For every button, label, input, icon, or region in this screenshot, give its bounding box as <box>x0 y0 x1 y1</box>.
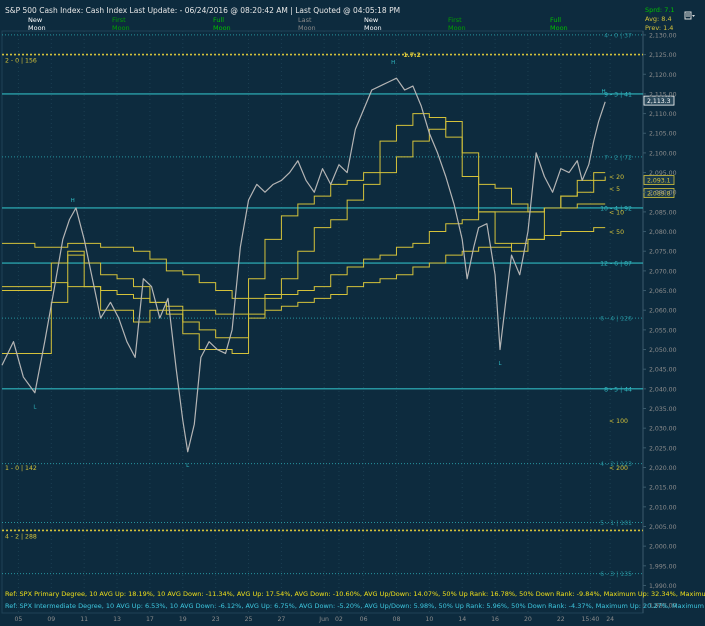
stat-spread: Sprd: 7.1 <box>645 6 675 14</box>
y-tick-label: 2,080.00 <box>649 229 677 236</box>
x-tick-label: 15:40 <box>581 616 599 623</box>
pivot-label: H <box>391 60 395 66</box>
moving-average-label: < 5 <box>609 186 620 193</box>
x-tick-label: 06 <box>360 616 368 623</box>
x-tick-label: 14 <box>458 616 466 623</box>
y-tick-label: 1,995.00 <box>649 563 677 570</box>
yellow-level-label: 2 - 0 | 156 <box>5 58 37 65</box>
x-tick-label: 27 <box>277 616 285 623</box>
moon-phase-4-bottom: Moon <box>298 24 316 32</box>
y-tick-label: 2,015.00 <box>649 485 677 492</box>
price-flag-label: 2,113.3 <box>647 98 671 105</box>
x-tick-label: 16 <box>491 616 499 623</box>
y-tick-label: 2,110.00 <box>649 111 677 118</box>
x-tick-label: 05 <box>14 616 22 623</box>
x-tick-label: 09 <box>47 616 55 623</box>
x-tick-label: 23 <box>212 616 220 623</box>
price-flag-label: 2,093.1 <box>647 178 671 185</box>
moon-phase-1-bottom: Moon <box>28 24 46 32</box>
cyan-level-label: 4 - 0 | 37 <box>604 32 632 39</box>
y-tick-label: 2,105.00 <box>649 131 677 138</box>
y-tick-label: 2,020.00 <box>649 465 677 472</box>
moon-phase-3-top: Full <box>213 16 224 24</box>
top-marker: 1.7.2 <box>403 52 421 59</box>
x-tick-label: 20 <box>524 616 532 623</box>
x-tick-label: 24 <box>606 616 614 623</box>
y-tick-label: 2,095.00 <box>649 170 677 177</box>
moon-phase-6-bottom: Moon <box>448 24 466 32</box>
menu-list-icon[interactable] <box>682 9 696 21</box>
cyan-level-label: 12 - 6 | 87 <box>600 261 632 268</box>
moon-phase-4-top: Last <box>298 16 312 24</box>
y-tick-label: 2,005.00 <box>649 524 677 531</box>
cyan-level-label: 5 - 1 | 101 <box>600 520 632 527</box>
moon-phase-7-top: Full <box>550 16 561 24</box>
moon-phase-6-top: First <box>448 16 462 24</box>
y-tick-label: 2,050.00 <box>649 347 677 354</box>
cyan-level-label: 6 - 4 | 126 <box>600 316 632 323</box>
stat-average: Avg: 8.4 <box>645 15 672 23</box>
level-marker: < 200 <box>609 465 628 472</box>
chart-window: 9 - 3 | 41 10 - 4 | 92 12 - 6 | 87 8 - 5 | … <box>0 0 705 626</box>
x-tick-label: 08 <box>393 616 401 623</box>
cyan-level-label: 6 - 3 | 135 <box>600 571 632 578</box>
x-tick-label: 19 <box>179 616 187 623</box>
y-tick-label: 2,085.00 <box>649 209 677 216</box>
moon-phase-5-bottom: Moon <box>364 24 382 32</box>
pivot-label: H <box>601 89 605 95</box>
cyan-level-label: 8 - 5 | 44 <box>604 386 632 393</box>
chart-title: S&P 500 Cash Index: Cash Index Last Upda… <box>5 6 400 15</box>
level-marker: < 100 <box>609 418 628 425</box>
moving-average-label: < 20 <box>609 174 624 181</box>
y-tick-label: 2,000.00 <box>649 544 677 551</box>
stats-box: Sprd: 7.1 Avg: 8.4 Prev: 1.4 <box>645 6 675 32</box>
y-tick-label: 2,045.00 <box>649 367 677 374</box>
moon-phase-2-top: First <box>112 16 126 24</box>
x-tick-label: 25 <box>245 616 253 623</box>
pivot-label: H <box>71 198 75 204</box>
moving-average-label: < 50 <box>609 229 624 236</box>
y-tick-label: 2,060.00 <box>649 308 677 315</box>
y-tick-label: 2,010.00 <box>649 504 677 511</box>
cyan-level-label: 7 - 2 | 72 <box>604 154 632 161</box>
y-tick-label: 2,125.00 <box>649 52 677 59</box>
reference-primary: Ref: SPX Primary Degree, 10 AVG Up: 18.1… <box>5 590 705 598</box>
y-tick-label: 2,055.00 <box>649 327 677 334</box>
moving-average-label: < 10 <box>609 209 624 216</box>
x-tick-label: 13 <box>113 616 121 623</box>
stat-previous: Prev: 1.4 <box>645 24 673 32</box>
y-tick-label: 2,030.00 <box>649 426 677 433</box>
moon-phase-1-top: New <box>28 16 43 24</box>
moon-phase-3-bottom: Moon <box>213 24 231 32</box>
moon-phase-7-bottom: Moon <box>550 24 568 32</box>
y-tick-label: 2,070.00 <box>649 268 677 275</box>
reference-intermediate: Ref: SPX Intermediate Degree, 10 AVG Up:… <box>5 602 705 610</box>
y-tick-label: 2,130.00 <box>649 32 677 39</box>
y-tick-label: 2,115.00 <box>649 91 677 98</box>
x-tick-label: 11 <box>80 616 88 623</box>
plot-area <box>1 30 644 614</box>
y-tick-label: 2,025.00 <box>649 445 677 452</box>
y-tick-label: 2,075.00 <box>649 249 677 256</box>
x-tick-label: 10 <box>425 616 433 623</box>
y-tick-label: 2,040.00 <box>649 386 677 393</box>
x-tick-label: 22 <box>557 616 565 623</box>
x-tick-label: Jun <box>318 616 329 623</box>
price-chart[interactable]: 9 - 3 | 4110 - 4 | 9212 - 6 | 878 - 5 | … <box>0 0 705 626</box>
y-tick-label: 2,065.00 <box>649 288 677 295</box>
y-tick-label: 2,090.00 <box>649 190 677 197</box>
y-tick-label: 2,035.00 <box>649 406 677 413</box>
x-tick-label: 02 <box>335 616 343 623</box>
moon-phase-5-top: New <box>364 16 379 24</box>
cyan-level-label: 9 - 3 | 41 <box>604 91 632 98</box>
y-tick-label: 2,120.00 <box>649 72 677 79</box>
left-level-label: 1 - 0 | 142 <box>5 465 37 472</box>
y-tick-label: 2,100.00 <box>649 150 677 157</box>
x-tick-label: 17 <box>146 616 154 623</box>
y-tick-label: 1,990.00 <box>649 583 677 590</box>
yellow-level-label: 4 - 2 | 288 <box>5 533 37 540</box>
moon-phase-2-bottom: Moon <box>112 24 130 32</box>
